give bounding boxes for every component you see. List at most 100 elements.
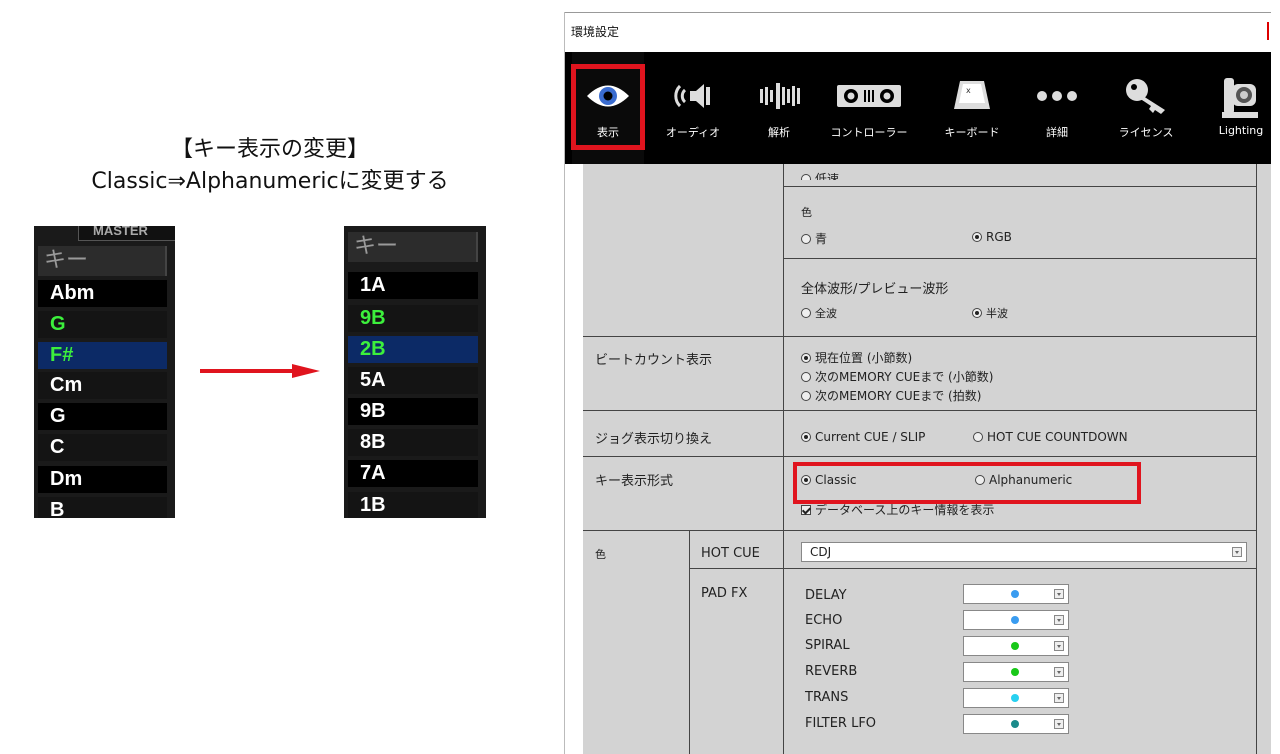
beat-option-next-bars[interactable]: 次のMEMORY CUEまで (小節数) [801, 368, 993, 385]
radio-button [972, 232, 982, 242]
chevron-down-icon [1054, 693, 1064, 703]
pad-fx-color-select[interactable] [963, 610, 1069, 630]
key-column-header: キー [348, 232, 478, 262]
radio-button [801, 391, 811, 401]
titlebar-edge-marker [1267, 22, 1269, 40]
tab-label: Lighting [1218, 124, 1264, 137]
option-label: 次のMEMORY CUEまで (拍数) [815, 389, 982, 403]
pad-fx-label: PAD FX [701, 586, 748, 601]
colors-label: 色 [595, 548, 606, 561]
tab-label: コントローラー [830, 126, 908, 139]
option-label: HOT CUE COUNTDOWN [987, 430, 1128, 444]
radio-button [801, 432, 811, 442]
radio-button [801, 353, 811, 363]
pad-fx-color-select[interactable] [963, 636, 1069, 656]
select-value: CDJ [810, 545, 832, 559]
radio-button [973, 432, 983, 442]
pad-fx-color-select[interactable] [963, 714, 1069, 734]
speed-option[interactable]: 低速 [801, 170, 839, 180]
chevron-down-icon [1054, 719, 1064, 729]
radio-button [801, 308, 811, 318]
key-row-selected: 2B [348, 336, 478, 363]
color-swatch [1011, 668, 1019, 676]
radio-button [801, 234, 811, 244]
key-row: Abm [38, 280, 167, 307]
tab-analysis[interactable]: 解析 [743, 52, 815, 164]
key-row: G [38, 403, 167, 430]
annotation-subtitle: Classic⇒Alphanumericに変更する [91, 169, 449, 194]
tab-advanced[interactable]: 詳細 [1021, 52, 1093, 164]
highlight-box-display-tab [571, 64, 645, 150]
annotation-title: 【キー表示の変更】 [170, 137, 369, 162]
master-label: MASTER [78, 226, 175, 241]
key-row: 5A [348, 367, 478, 394]
color-option-rgb[interactable]: RGB [972, 230, 1012, 244]
waveform-option-full[interactable]: 全波 [801, 305, 837, 321]
tab-lighting[interactable]: Lighting [1205, 52, 1271, 164]
beat-option-next-beats[interactable]: 次のMEMORY CUEまで (拍数) [801, 387, 981, 404]
pad-fx-name: DELAY [805, 588, 847, 603]
checkbox [801, 505, 811, 515]
preferences-window: 環境設定 表示 オーディオ 解析 コントローラー x キーボード 詳細 ライセン… [564, 12, 1271, 754]
key-row: Dm [38, 466, 167, 493]
tab-audio[interactable]: オーディオ [657, 52, 729, 164]
option-label: 低速 [815, 172, 840, 180]
tab-label: オーディオ [665, 126, 721, 139]
key-row: B [38, 497, 167, 518]
key-list-after: キー 1A 9B 2B 5A 9B 8B 7A 1B [344, 226, 486, 518]
jog-option-hot-cue-countdown[interactable]: HOT CUE COUNTDOWN [973, 430, 1128, 444]
key-column-header: キー [38, 246, 167, 276]
tab-label: ライセンス [1118, 126, 1174, 139]
radio-button [972, 308, 982, 318]
key-row: 1A [348, 272, 478, 299]
key-row: 1B [348, 492, 478, 518]
option-label: データベース上のキー情報を表示 [815, 503, 995, 517]
chevron-down-icon [1054, 641, 1064, 651]
key-list-before: MASTER キー Abm G F# Cm G C Dm B [34, 226, 175, 518]
color-swatch [1011, 720, 1019, 728]
highlight-box-key-format [793, 462, 1141, 504]
option-label: 現在位置 (小節数) [815, 351, 913, 365]
radio-button [801, 372, 811, 382]
option-label: RGB [986, 230, 1012, 244]
option-label: 全波 [815, 307, 837, 320]
pad-fx-color-select[interactable] [963, 662, 1069, 682]
jog-option-current-cue[interactable]: Current CUE / SLIP [801, 430, 925, 444]
pad-fx-color-select[interactable] [963, 584, 1069, 604]
tab-label: 解析 [768, 126, 790, 139]
key-row-selected: F# [38, 342, 167, 369]
key-row: G [38, 311, 167, 338]
option-label: 半波 [986, 307, 1008, 320]
option-label: 青 [815, 232, 828, 246]
color-swatch [1011, 616, 1019, 624]
tab-controller[interactable]: コントローラー [831, 52, 908, 164]
color-option-blue[interactable]: 青 [801, 230, 827, 247]
waveform-bars-icon [760, 83, 800, 109]
more-dots-icon [1037, 91, 1077, 101]
key-icon [1126, 79, 1165, 114]
chevron-down-icon [1054, 615, 1064, 625]
speaker-icon [674, 84, 710, 108]
tab-keyboard[interactable]: x キーボード [936, 52, 1008, 164]
waveform-option-half[interactable]: 半波 [972, 305, 1008, 321]
window-titlebar: 環境設定 [565, 12, 1271, 53]
beat-option-current[interactable]: 現在位置 (小節数) [801, 349, 912, 366]
settings-panel: 低速 色 青 RGB 全体波形/プレビュー波形 全波 半波 ビートカウント表示 … [583, 164, 1271, 754]
window-title: 環境設定 [571, 25, 620, 39]
pad-fx-name: SPIRAL [805, 638, 850, 653]
key-row: 9B [348, 305, 478, 332]
chevron-down-icon [1232, 547, 1242, 557]
pad-fx-color-select[interactable] [963, 688, 1069, 708]
color-swatch [1011, 590, 1019, 598]
hot-cue-color-select[interactable]: CDJ [801, 542, 1247, 562]
hot-cue-label: HOT CUE [701, 546, 760, 561]
key-row: C [38, 434, 167, 461]
color-swatch [1011, 642, 1019, 650]
tab-license[interactable]: ライセンス [1110, 52, 1182, 164]
controller-icon [837, 85, 901, 107]
tab-label: キーボード [944, 126, 1000, 139]
color-swatch [1011, 694, 1019, 702]
waveform-type-label: 全体波形/プレビュー波形 [801, 282, 949, 297]
svg-text:x: x [966, 86, 971, 95]
pad-fx-name: FILTER LFO [805, 716, 877, 731]
